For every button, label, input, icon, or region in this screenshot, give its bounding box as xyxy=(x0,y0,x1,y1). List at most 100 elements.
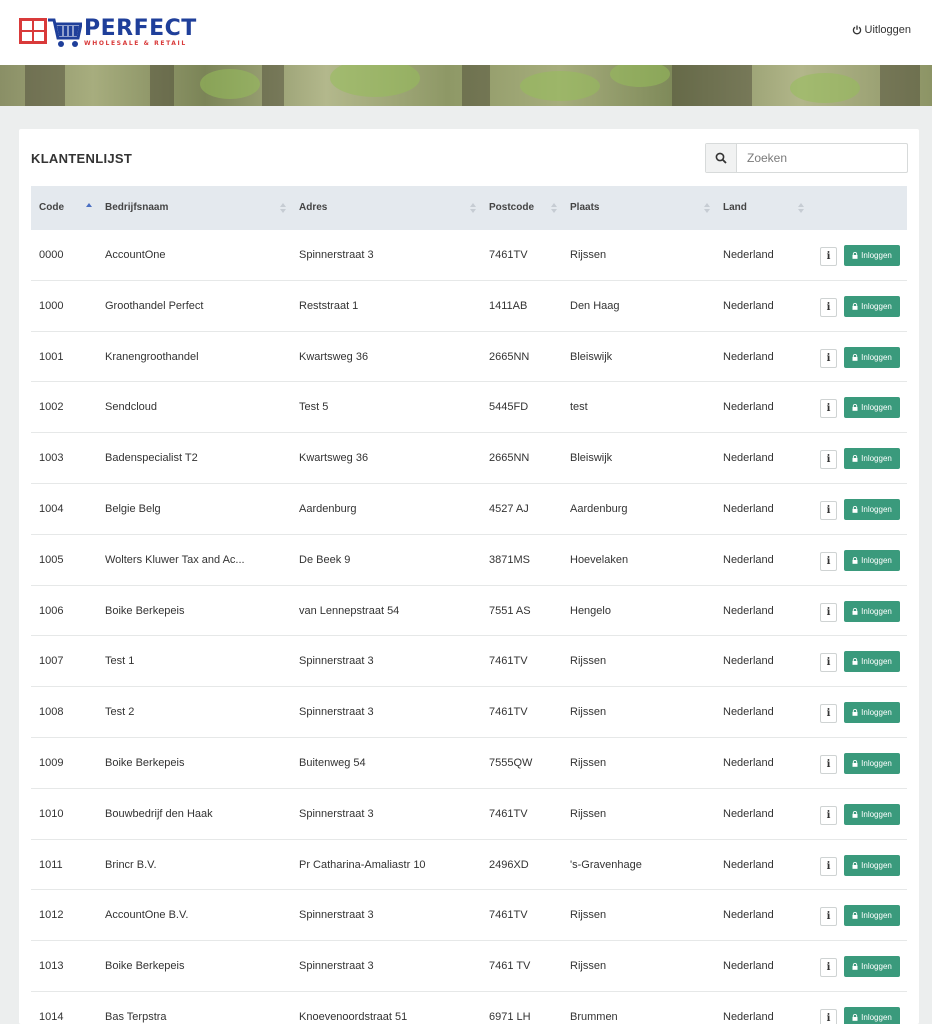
table-row: 0000 AccountOne Spinnerstraat 3 7461TV Rijss… xyxy=(31,230,907,281)
cell-company: Boike Berkepeis xyxy=(105,756,185,769)
info-button[interactable]: i xyxy=(820,450,837,470)
login-as-customer-button[interactable]: Inloggen xyxy=(844,651,900,673)
login-label: Inloggen xyxy=(861,352,892,362)
lock-icon xyxy=(852,505,858,513)
info-button[interactable]: i xyxy=(820,907,837,927)
logout-label: Uitloggen xyxy=(864,24,911,36)
cell-city: Rijssen xyxy=(570,756,607,769)
sort-icon[interactable] xyxy=(551,203,557,213)
logo[interactable]: PERFECT WHOLESALE & RETAIL xyxy=(18,14,197,50)
info-button[interactable]: i xyxy=(820,805,837,825)
search-button[interactable] xyxy=(706,144,737,172)
info-button[interactable]: i xyxy=(820,348,837,368)
top-bar: PERFECT WHOLESALE & RETAIL Uitloggen xyxy=(0,0,932,65)
power-icon xyxy=(852,25,861,35)
cell-company: Brincr B.V. xyxy=(105,858,157,871)
column-header-plaats[interactable]: Plaats xyxy=(570,186,599,230)
cell-postcode: 1411AB xyxy=(489,299,528,312)
column-header-postcode[interactable]: Postcode xyxy=(489,186,534,230)
column-header-adres[interactable]: Adres xyxy=(299,186,327,230)
sort-icon[interactable] xyxy=(280,203,286,213)
login-label: Inloggen xyxy=(861,758,892,768)
search-input[interactable] xyxy=(737,144,907,172)
cell-postcode: 7461TV xyxy=(489,909,528,922)
login-as-customer-button[interactable]: Inloggen xyxy=(844,397,900,419)
login-as-customer-button[interactable]: Inloggen xyxy=(844,752,900,774)
info-button[interactable]: i xyxy=(820,551,837,571)
info-button[interactable]: i xyxy=(820,704,837,724)
column-header-bedrijfsnaam[interactable]: Bedrijfsnaam xyxy=(105,186,168,230)
info-button[interactable]: i xyxy=(820,500,837,520)
cell-company: Boike Berkepeis xyxy=(105,604,185,617)
table-row: 1003 Badenspecialist T2 Kwartsweg 36 2665NN… xyxy=(31,433,907,484)
cell-code: 1014 xyxy=(39,1010,64,1023)
cell-code: 1009 xyxy=(39,756,64,769)
cell-company: Bouwbedrijf den Haak xyxy=(105,807,213,820)
sort-icon[interactable] xyxy=(470,203,476,213)
login-as-customer-button[interactable]: Inloggen xyxy=(844,803,900,825)
cell-address: Kwartsweg 36 xyxy=(299,350,369,363)
info-button[interactable]: i xyxy=(820,297,837,317)
login-as-customer-button[interactable]: Inloggen xyxy=(844,549,900,571)
info-button[interactable]: i xyxy=(820,399,837,419)
info-button[interactable]: i xyxy=(820,754,837,774)
login-as-customer-button[interactable]: Inloggen xyxy=(844,854,900,876)
login-as-customer-button[interactable]: Inloggen xyxy=(844,956,900,978)
cell-code: 1005 xyxy=(39,553,64,566)
logout-button[interactable]: Uitloggen xyxy=(852,24,911,36)
login-as-customer-button[interactable]: Inloggen xyxy=(844,905,900,927)
cell-address: Knoevenoordstraat 51 xyxy=(299,1010,408,1023)
login-as-customer-button[interactable]: Inloggen xyxy=(844,1006,900,1024)
sort-icon[interactable] xyxy=(704,203,710,213)
info-button[interactable]: i xyxy=(820,602,837,622)
login-as-customer-button[interactable]: Inloggen xyxy=(844,346,900,368)
info-button[interactable]: i xyxy=(820,958,837,978)
cell-code: 1006 xyxy=(39,604,64,617)
cell-postcode: 6971 LH xyxy=(489,1010,531,1023)
cell-postcode: 3871MS xyxy=(489,553,530,566)
cell-city: Bleiswijk xyxy=(570,452,613,465)
login-as-customer-button[interactable]: Inloggen xyxy=(844,498,900,520)
column-header-code[interactable]: Code xyxy=(39,186,64,230)
cell-code: 1007 xyxy=(39,655,64,668)
info-button[interactable]: i xyxy=(820,247,837,266)
info-button[interactable]: i xyxy=(820,856,837,876)
cell-code: 1001 xyxy=(39,350,64,363)
cell-code: 1000 xyxy=(39,299,64,312)
login-as-customer-button[interactable]: Inloggen xyxy=(844,295,900,317)
cell-country: Nederland xyxy=(723,350,774,363)
cell-address: Reststraat 1 xyxy=(299,299,359,312)
cell-address: Kwartsweg 36 xyxy=(299,452,369,465)
login-as-customer-button[interactable]: Inloggen xyxy=(844,245,900,266)
lock-icon xyxy=(852,861,858,869)
info-button[interactable]: i xyxy=(820,1008,837,1024)
sort-icon[interactable] xyxy=(798,203,804,213)
table-row: 1002 Sendcloud Test 5 5445FD test Nederland i I… xyxy=(31,382,907,434)
cell-city: Hengelo xyxy=(570,604,611,617)
cell-company: AccountOne B.V. xyxy=(105,909,189,922)
cell-code: 1013 xyxy=(39,960,64,973)
login-as-customer-button[interactable]: Inloggen xyxy=(844,600,900,622)
table-header: Code Bedrijfsnaam Adres Postcode Plaats … xyxy=(31,186,907,230)
cell-address: De Beek 9 xyxy=(299,553,351,566)
lock-icon xyxy=(852,302,858,310)
table-row: 1012 AccountOne B.V. Spinnerstraat 3 7461TV… xyxy=(31,890,907,942)
sort-asc-icon[interactable] xyxy=(86,203,92,213)
cell-postcode: 2665NN xyxy=(489,452,530,465)
cell-company: Test 2 xyxy=(105,706,135,719)
login-as-customer-button[interactable]: Inloggen xyxy=(844,448,900,470)
page-title: KLANTENLIJST xyxy=(31,151,133,166)
cell-company: Bas Terpstra xyxy=(105,1010,167,1023)
column-header-land[interactable]: Land xyxy=(723,186,747,230)
cell-country: Nederland xyxy=(723,1010,774,1023)
login-as-customer-button[interactable]: Inloggen xyxy=(844,702,900,724)
lock-icon xyxy=(852,810,858,818)
login-label: Inloggen xyxy=(861,555,892,565)
info-button[interactable]: i xyxy=(820,653,837,673)
lock-icon xyxy=(852,1013,858,1021)
cell-postcode: 7461TV xyxy=(489,249,528,261)
customer-list-card: KLANTENLIJST Code Bedrijfsnaam Adres Pos… xyxy=(19,129,919,1024)
lock-icon xyxy=(852,912,858,920)
login-label: Inloggen xyxy=(861,1012,892,1022)
login-label: Inloggen xyxy=(861,708,892,718)
